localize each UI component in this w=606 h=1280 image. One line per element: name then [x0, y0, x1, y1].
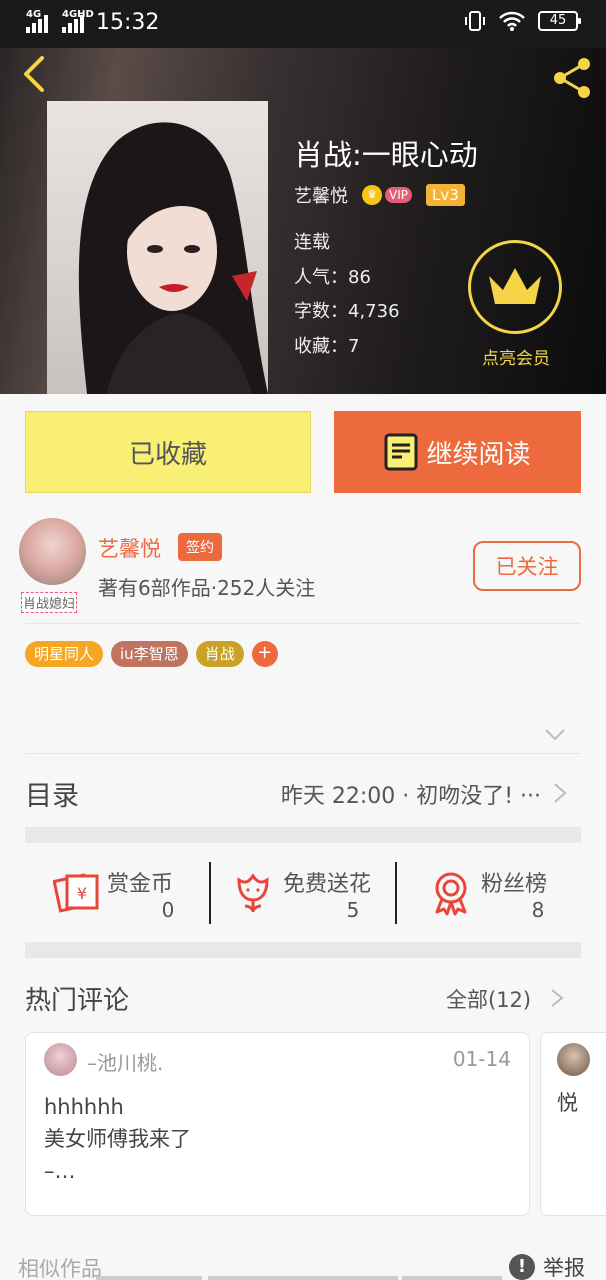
- tag-item[interactable]: iu李智恩: [111, 641, 188, 667]
- divider: [209, 862, 211, 924]
- signed-badge: 签约: [178, 533, 222, 561]
- commenter-avatar[interactable]: [44, 1043, 77, 1076]
- member-label: 点亮会员: [482, 349, 550, 369]
- cover-portrait: [78, 122, 268, 394]
- toc-title: 目录: [25, 781, 79, 812]
- level-badge: Lv3: [425, 184, 465, 206]
- author-name[interactable]: 艺馨悦: [98, 533, 161, 563]
- signal-icon: 4G: [26, 9, 48, 33]
- comment-card[interactable]: 悦: [540, 1032, 606, 1216]
- all-comments-link[interactable]: 全部(12): [446, 984, 531, 1014]
- comment-line: –…: [44, 1159, 76, 1183]
- book-title: 肖战:一眼心动: [294, 138, 478, 172]
- book-word-count: 字数：4,736: [294, 301, 400, 322]
- medal-icon: [435, 872, 467, 916]
- book-status: 连载: [294, 232, 330, 253]
- book-icon: [384, 433, 418, 471]
- crown-icon: [489, 268, 541, 304]
- hot-comments-title: 热门评论: [25, 986, 130, 1016]
- similar-works-title: 相似作品: [18, 1257, 102, 1280]
- book-author[interactable]: 艺馨悦: [294, 182, 348, 208]
- alert-icon: !: [509, 1254, 535, 1280]
- flower-icon: [237, 873, 269, 912]
- report-label: 举报: [543, 1256, 585, 1280]
- status-bar: 4G 4GHD 15:32 45: [0, 0, 606, 48]
- vip-label: VIP: [385, 187, 412, 203]
- author-avatar[interactable]: 肖战媳妇: [19, 518, 89, 614]
- back-icon[interactable]: [14, 54, 54, 94]
- stat-label: 粉丝榜: [481, 872, 548, 897]
- favorited-button[interactable]: 已收藏: [25, 411, 311, 493]
- table-of-contents-row[interactable]: 目录 昨天 22:00 · 初吻没了! ···: [25, 770, 581, 820]
- comment-date: 01-14: [452, 1047, 511, 1071]
- avatar: [19, 518, 86, 585]
- book-header: 肖战:一眼心动 艺馨悦 ♛ VIP Lv3 连载 人气：86 字数：4,736 …: [0, 48, 606, 394]
- book-favorites: 收藏：7: [294, 335, 360, 357]
- book-cover[interactable]: [47, 101, 268, 394]
- similar-work-thumbnail[interactable]: [402, 1276, 502, 1280]
- stats-row: ¥ 赏金币 0 免费送花 5 粉丝榜 8: [25, 860, 581, 926]
- red-envelope-icon: ¥: [53, 873, 99, 913]
- stat-value: 5: [346, 898, 360, 922]
- book-popularity: 人气：86: [294, 266, 371, 288]
- network-type-1: 4G: [26, 8, 42, 20]
- stat-gold-reward[interactable]: ¥ 赏金币 0: [53, 860, 213, 926]
- section-separator: [25, 942, 581, 958]
- stat-free-flower[interactable]: 免费送花 5: [229, 860, 399, 926]
- book-meta: 连载 人气：86 字数：4,736 收藏：7: [294, 226, 400, 364]
- latest-chapter: 昨天 22:00 · 初吻没了! ···: [280, 784, 541, 809]
- clock: 15:32: [96, 10, 160, 35]
- similar-work-thumbnail[interactable]: [208, 1276, 398, 1280]
- follow-button[interactable]: 已关注: [473, 541, 581, 591]
- tag-item[interactable]: 明星同人: [25, 641, 104, 667]
- author-stats: 著有6部作品·252人关注: [98, 576, 316, 600]
- chevron-right-icon[interactable]: [550, 988, 564, 1008]
- commenter-avatar[interactable]: [557, 1043, 590, 1076]
- divider: [395, 862, 397, 924]
- tag-list: 明星同人 iu李智恩 肖战 +: [25, 641, 278, 667]
- vip-badge: ♛ VIP: [362, 185, 412, 205]
- comment-body: 悦: [557, 1091, 578, 1115]
- continue-reading-button[interactable]: 继续阅读: [334, 411, 581, 493]
- svg-text:¥: ¥: [77, 884, 87, 903]
- comment-line: hhhhhh: [44, 1095, 124, 1119]
- stat-value: 0: [161, 898, 175, 922]
- tag-item[interactable]: 肖战: [195, 641, 244, 667]
- comment-line: 美女师傅我来了: [44, 1127, 191, 1151]
- stat-value: 8: [531, 898, 545, 922]
- report-button[interactable]: ! 举报: [509, 1252, 585, 1280]
- chevron-right-icon: [554, 783, 567, 803]
- section-separator: [25, 827, 581, 843]
- wifi-icon: [499, 11, 525, 31]
- battery-indicator: 45: [538, 11, 581, 31]
- crown-icon: ♛: [362, 185, 382, 205]
- stat-label: 免费送花: [283, 872, 372, 897]
- stat-label: 赏金币: [107, 872, 174, 897]
- vibrate-icon: [465, 11, 485, 31]
- network-type-2: 4GHD: [62, 8, 94, 20]
- divider: [25, 753, 581, 754]
- signal-icon-2: 4GHD: [62, 9, 94, 33]
- stat-fan-ranking[interactable]: 粉丝榜 8: [427, 860, 577, 926]
- expand-chevron-icon[interactable]: [544, 728, 566, 742]
- commenter-name[interactable]: –池川桃.: [87, 1047, 163, 1076]
- comment-card[interactable]: –池川桃. 01-14 hhhhhh 美女师傅我来了 –…: [25, 1032, 530, 1216]
- continue-reading-label: 继续阅读: [426, 439, 531, 470]
- divider: [25, 623, 581, 624]
- member-button[interactable]: 点亮会员: [468, 240, 564, 369]
- comment-body: hhhhhh 美女师傅我来了 –…: [44, 1091, 191, 1187]
- share-icon[interactable]: [548, 54, 596, 102]
- avatar-caption: 肖战媳妇: [21, 592, 78, 613]
- add-tag-button[interactable]: +: [251, 641, 278, 667]
- similar-work-thumbnail[interactable]: [96, 1276, 202, 1280]
